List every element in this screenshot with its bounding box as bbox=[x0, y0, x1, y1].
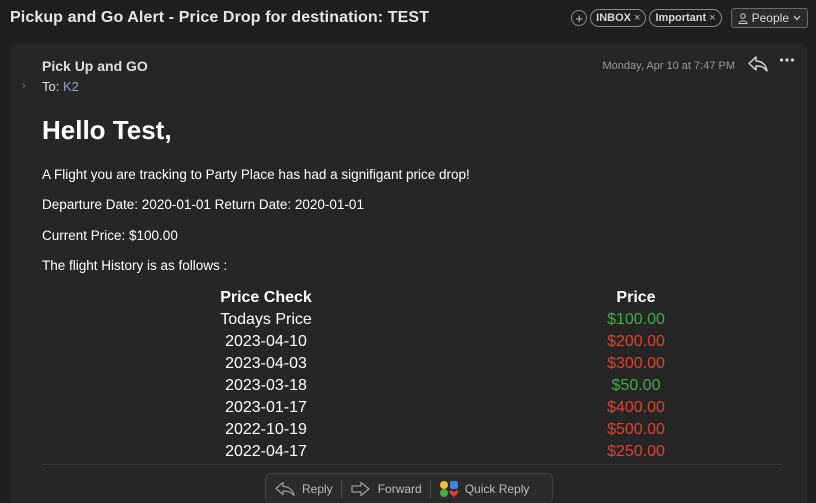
price-check-cell: 2023-04-10 bbox=[225, 333, 307, 350]
to-label: To: bbox=[42, 79, 60, 94]
action-bar: Reply Forward Quick Reply bbox=[265, 473, 553, 503]
expand-details-icon[interactable]: › bbox=[22, 80, 26, 92]
label-chip-important[interactable]: Important × bbox=[649, 9, 722, 27]
price-cell: $300.00 bbox=[607, 355, 665, 372]
column-header-price: Price bbox=[616, 289, 656, 306]
person-icon bbox=[738, 12, 748, 24]
label-chip-text: Important bbox=[655, 12, 707, 24]
table-row: 2023-04-10 $200.00 bbox=[42, 331, 782, 353]
reply-label: Reply bbox=[302, 481, 333, 496]
emoji-reactions-icon bbox=[439, 480, 459, 497]
table-row: 2023-03-18 $50.00 bbox=[42, 375, 782, 397]
label-chip-inbox[interactable]: INBOX × bbox=[590, 9, 647, 27]
price-check-cell: 2023-03-18 bbox=[225, 377, 307, 394]
recipient-line: To: K2 bbox=[42, 79, 79, 94]
table-row: 2022-10-19 $500.00 bbox=[42, 419, 782, 441]
reply-button[interactable]: Reply bbox=[266, 479, 341, 499]
message-card: Pick Up and GO › To: K2 Monday, Apr 10 a… bbox=[10, 43, 807, 503]
price-check-cell: 2023-01-17 bbox=[225, 399, 307, 416]
remove-label-icon[interactable]: × bbox=[709, 12, 715, 24]
price-cell: $400.00 bbox=[607, 399, 665, 416]
label-bar: + INBOX × Important × People bbox=[571, 8, 808, 28]
divider bbox=[42, 464, 782, 465]
price-history-rows: Todays Price $100.00 2023-04-10 $200.00 2023… bbox=[42, 309, 782, 463]
table-row: 2023-04-03 $300.00 bbox=[42, 353, 782, 375]
people-button[interactable]: People bbox=[730, 8, 808, 28]
reply-icon[interactable] bbox=[747, 55, 769, 73]
price-cell: $100.00 bbox=[607, 311, 665, 328]
add-label-icon[interactable]: + bbox=[571, 10, 588, 26]
remove-label-icon[interactable]: × bbox=[634, 12, 640, 24]
sender-name[interactable]: Pick Up and GO bbox=[42, 58, 148, 74]
people-label: People bbox=[751, 11, 789, 25]
chevron-down-icon bbox=[793, 15, 801, 21]
table-row: 2022-04-17 $250.00 bbox=[42, 441, 782, 463]
reply-icon bbox=[275, 481, 295, 496]
greeting-heading: Hello Test, bbox=[42, 115, 172, 145]
forward-label: Forward bbox=[377, 481, 422, 496]
forward-icon bbox=[351, 481, 370, 496]
table-row: 2023-01-17 $400.00 bbox=[42, 397, 782, 419]
price-check-cell: Todays Price bbox=[220, 311, 312, 328]
price-check-cell: 2022-04-17 bbox=[225, 443, 307, 460]
column-header-price-check: Price Check bbox=[220, 289, 312, 306]
history-intro-text: The flight History is as follows : bbox=[42, 258, 228, 273]
recipient-name[interactable]: K2 bbox=[63, 79, 79, 94]
price-check-cell: 2022-10-19 bbox=[225, 421, 307, 438]
email-subject: Pickup and Go Alert - Price Drop for des… bbox=[10, 9, 430, 26]
price-cell: $50.00 bbox=[611, 377, 661, 394]
price-history-table: Price Check Price Todays Price $100.00 202… bbox=[42, 287, 782, 463]
table-row: Todays Price $100.00 bbox=[42, 309, 782, 331]
window-header: Pickup and Go Alert - Price Drop for des… bbox=[0, 0, 816, 38]
price-check-cell: 2023-04-03 bbox=[225, 355, 307, 372]
current-price-text: Current Price: $100.00 bbox=[42, 228, 178, 243]
forward-button[interactable]: Forward bbox=[342, 479, 430, 499]
more-options-icon[interactable] bbox=[779, 57, 795, 63]
price-cell: $500.00 bbox=[607, 421, 665, 438]
travel-dates-text: Departure Date: 2020-01-01 Return Date: … bbox=[42, 197, 364, 212]
intro-text: A Flight you are tracking to Party Place… bbox=[42, 167, 470, 182]
table-header-row: Price Check Price bbox=[42, 287, 782, 309]
price-cell: $200.00 bbox=[607, 333, 665, 350]
quick-reply-label: Quick Reply bbox=[464, 481, 530, 496]
price-cell: $250.00 bbox=[607, 443, 665, 460]
message-date: Monday, Apr 10 at 7:47 PM bbox=[602, 60, 735, 72]
label-chip-text: INBOX bbox=[596, 12, 632, 24]
quick-reply-button[interactable]: Quick Reply bbox=[431, 479, 538, 499]
